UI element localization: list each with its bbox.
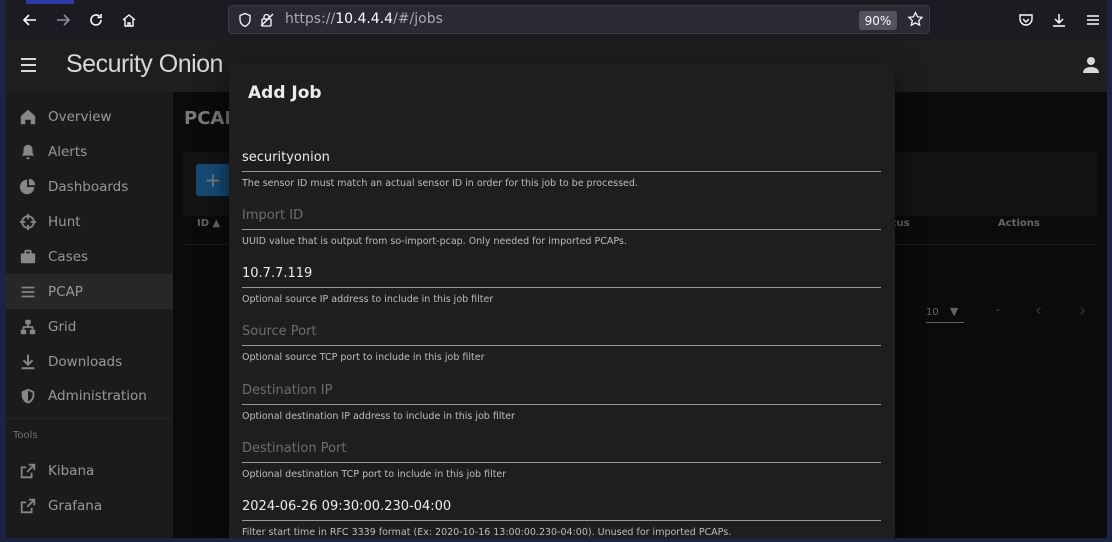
field-hint: Filter start time in RFC 3339 format (Ex… — [242, 527, 732, 538]
home-outline-icon — [122, 14, 136, 27]
field-placeholder[interactable]: Import ID — [242, 208, 303, 223]
field-underline — [242, 404, 881, 405]
field-hint: UUID value that is output from so-import… — [242, 236, 627, 247]
field-value[interactable]: 2024-06-26 09:30:00.230-04:00 — [242, 499, 451, 514]
field-hint: Optional destination IP address to inclu… — [242, 411, 515, 422]
field-hint: The sensor ID must match an actual senso… — [242, 178, 638, 189]
field-hint: Optional source TCP port to include in t… — [242, 352, 485, 363]
app-menu-button[interactable] — [20, 57, 38, 77]
field-underline — [242, 462, 881, 463]
forward-button[interactable] — [51, 8, 75, 32]
field-hint: Optional destination TCP port to include… — [242, 469, 507, 480]
bookmark-star-icon[interactable] — [907, 11, 924, 28]
browser-menu-button[interactable] — [1081, 8, 1105, 32]
address-bar[interactable]: https://10.4.4.4/#/jobs 90% — [228, 5, 930, 34]
home-button[interactable] — [117, 8, 141, 32]
zoom-level-badge[interactable]: 90% — [859, 11, 897, 30]
field-placeholder[interactable]: Source Port — [242, 324, 317, 339]
brand-name: Security Onion — [66, 50, 223, 78]
field-hint: Optional source IP address to include in… — [242, 294, 494, 305]
field-underline — [242, 345, 881, 346]
back-arrow-icon — [22, 14, 36, 26]
url-path: /#/jobs — [393, 11, 443, 27]
hamburger-icon — [1087, 15, 1099, 25]
forward-arrow-icon — [57, 14, 71, 26]
url-host: 10.4.4.4 — [335, 11, 394, 27]
destination-port-field[interactable]: Destination Port Optional destination TC… — [242, 441, 881, 491]
source-ip-field[interactable]: 10.7.7.119 Optional source IP address to… — [242, 266, 881, 316]
downloads-button[interactable] — [1047, 8, 1071, 32]
active-tab-indicator — [26, 0, 74, 4]
reload-button[interactable] — [84, 8, 108, 32]
back-button[interactable] — [18, 8, 42, 32]
field-placeholder[interactable]: Destination Port — [242, 441, 347, 456]
pocket-icon — [1019, 14, 1033, 26]
reload-icon — [90, 14, 102, 26]
url-text: https://10.4.4.4/#/jobs — [285, 11, 443, 27]
pocket-button[interactable] — [1014, 8, 1038, 32]
destination-ip-field[interactable]: Destination IP Optional destination IP a… — [242, 383, 881, 433]
brand-logo: Security Onion — [66, 50, 223, 79]
download-arrow-icon — [1053, 14, 1065, 27]
url-scheme: https:// — [285, 11, 336, 27]
start-time-field[interactable]: 2024-06-26 09:30:00.230-04:00 Filter sta… — [242, 499, 881, 542]
import-id-field[interactable]: Import ID UUID value that is output from… — [242, 208, 881, 258]
field-underline — [242, 229, 881, 230]
user-icon — [1083, 57, 1099, 73]
shield-outline-icon — [239, 12, 251, 28]
dialog-title: Add Job — [248, 83, 322, 103]
field-underline — [242, 171, 881, 172]
menu-icon — [21, 58, 36, 72]
field-underline — [242, 287, 881, 288]
field-value[interactable]: securityonion — [242, 150, 330, 165]
browser-toolbar: https://10.4.4.4/#/jobs 90% — [0, 0, 1112, 40]
user-account-button[interactable] — [1083, 56, 1099, 78]
field-value[interactable]: 10.7.7.119 — [242, 266, 312, 281]
field-placeholder[interactable]: Destination IP — [242, 383, 332, 398]
add-job-dialog: Add Job securityonion The sensor ID must… — [229, 64, 895, 542]
insecure-lock-icon[interactable] — [259, 12, 275, 28]
source-port-field[interactable]: Source Port Optional source TCP port to … — [242, 324, 881, 374]
field-underline — [242, 520, 881, 521]
sensor-id-field[interactable]: securityonion The sensor ID must match a… — [242, 150, 881, 200]
